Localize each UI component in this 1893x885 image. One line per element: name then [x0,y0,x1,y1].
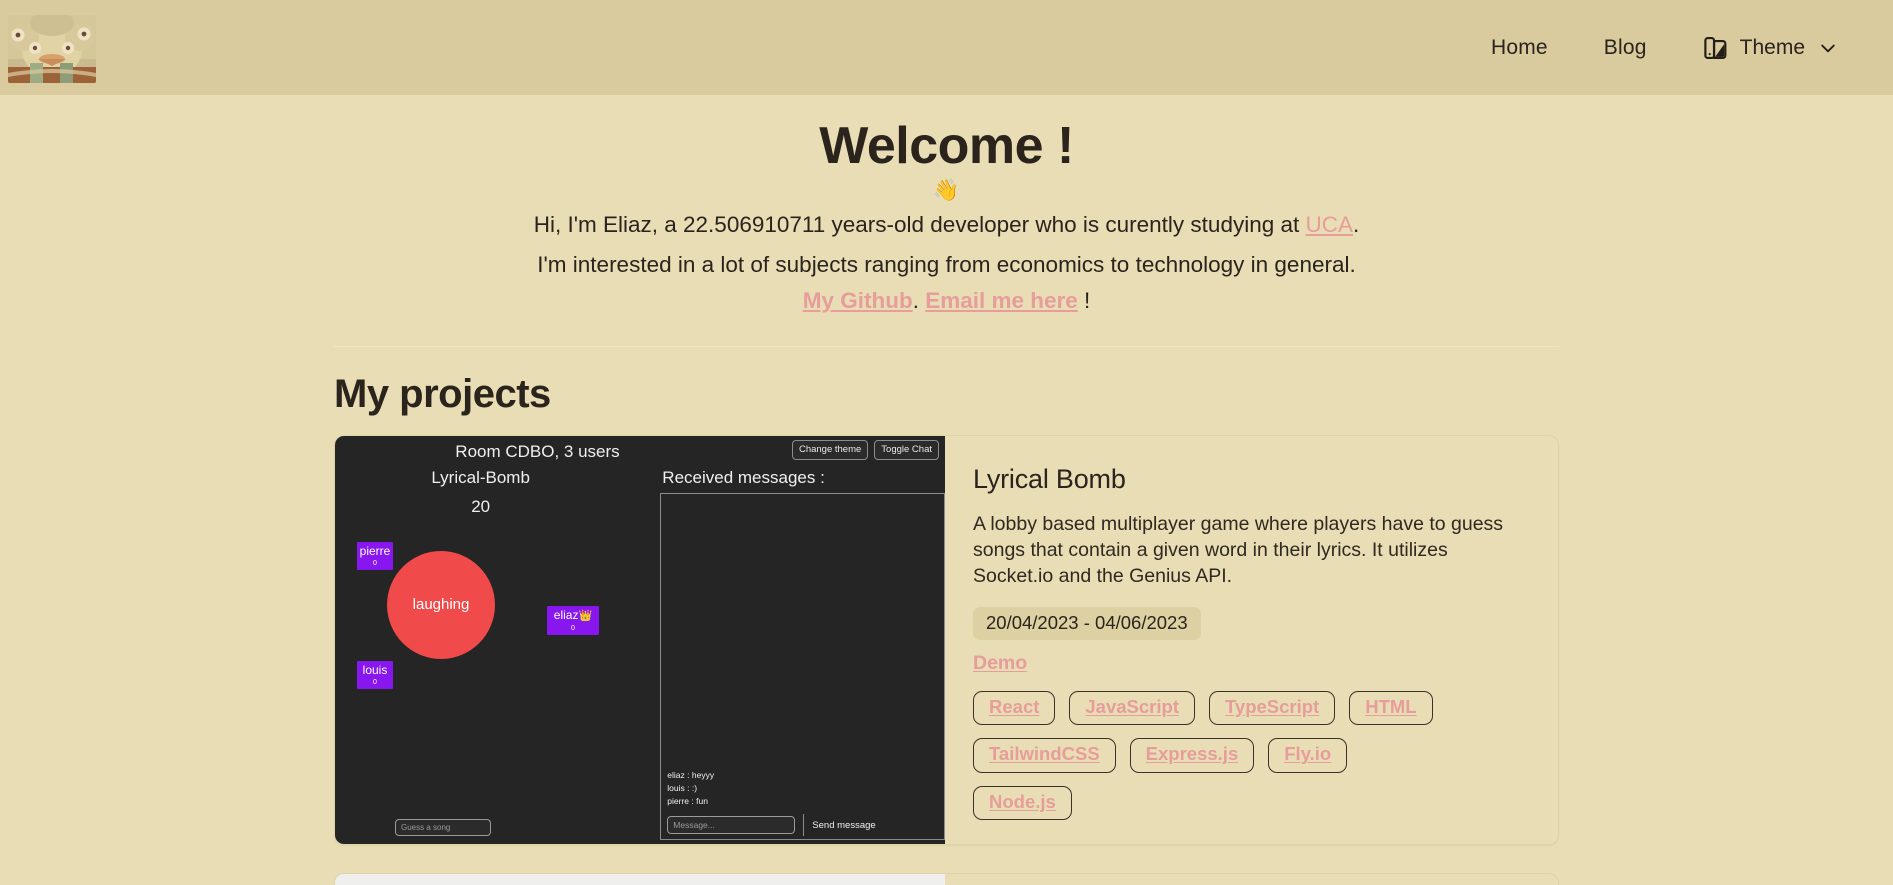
tag-link[interactable]: JavaScript [1085,696,1179,717]
theme-switcher[interactable]: Theme [1703,35,1838,61]
game-timer: 20 [471,496,491,516]
chat-divider [803,814,805,837]
chat-message: eliaz : heyyy [667,769,715,780]
links-end: ! [1077,287,1091,313]
tag-link[interactable]: Express.js [1146,743,1239,764]
hero-section: Welcome ! 👋 Hi, I'm Eliaz, a 22.50691071… [334,95,1559,347]
email-link[interactable]: Email me here [925,288,1078,313]
send-message-button[interactable]: Send message [812,820,875,831]
chevron-down-icon [1821,44,1835,52]
hero-links: My Github. Email me here ! [334,284,1559,318]
tag[interactable]: React [973,690,1056,726]
hero-intro: Hi, I'm Eliaz, a 22.506910711 years-old … [334,208,1559,242]
theme-label: Theme [1739,35,1805,59]
tag-link[interactable]: TypeScript [1225,696,1319,717]
game-arena: Lyrical-Bomb 20 laughing pierre 0 louis … [335,466,658,844]
site-header: Home Blog Theme [0,0,1893,95]
game-topbar: Room CDBO, 3 users Change theme Toggle C… [335,436,945,466]
game-topbar-buttons: Change theme Toggle Chat [791,439,939,461]
portfolio-illustration [335,873,945,885]
project-tag-list: React JavaScript TypeScript HTML Tailwin… [973,690,1443,820]
tag-link[interactable]: Fly.io [1284,743,1331,764]
player-name: pierre [359,543,391,558]
tag[interactable]: Node.js [973,785,1072,820]
palette-icon [1703,36,1727,59]
tag-link[interactable]: React [989,696,1039,717]
project-title: Lyrical Bomb [973,463,1126,494]
guess-song-input[interactable]: Guess a song [395,818,491,836]
crown-icon: 👑 [578,609,593,622]
tag[interactable]: Express.js [1129,738,1255,773]
tag[interactable]: Fly.io [1268,738,1348,773]
game-chat-panel: Received messages : eliaz : heyyy louis … [658,466,945,844]
project-date-badge: 20/04/2023 - 04/06/2023 [973,606,1201,640]
avatar [8,14,96,83]
project-card-portfolio-website[interactable]: Portfolio Website 3.0 (this one) Rewrite… [334,872,1559,885]
game-screenshot: Room CDBO, 3 users Change theme Toggle C… [335,435,945,844]
tag[interactable]: JavaScript [1069,690,1195,726]
nav-item-home[interactable]: Home [1491,36,1548,60]
demo-link[interactable]: Demo [973,652,1027,674]
project-body: Portfolio Website 3.0 (this one) Rewrite… [945,874,1558,885]
tag[interactable]: TypeScript [1208,690,1336,726]
player-badge: pierre 0 [357,541,393,570]
game-columns: Lyrical-Bomb 20 laughing pierre 0 louis … [335,466,945,844]
project-body: Lyrical Bomb A lobby based multiplayer g… [945,436,1558,844]
main-nav: Home Blog Theme [1491,35,1838,61]
chat-message-input[interactable]: Message... [667,816,796,835]
hero-intro-after: . [1353,211,1360,237]
project-card-lyrical-bomb[interactable]: Room CDBO, 3 users Change theme Toggle C… [334,434,1559,845]
nav-item-blog[interactable]: Blog [1604,36,1647,60]
avatar-illustration [8,14,96,83]
chat-input-bar: Message... Send message [660,811,945,840]
projects-heading: My projects [334,371,551,416]
tag[interactable]: TailwindCSS [973,738,1116,773]
github-link[interactable]: My Github [803,288,913,313]
uca-link[interactable]: UCA [1306,212,1354,237]
player-badge: eliaz👑 0 [547,605,599,635]
player-score: 0 [373,679,377,687]
change-theme-button[interactable]: Change theme [791,439,869,461]
page-title: Welcome ! [819,117,1074,175]
tag-link[interactable]: TailwindCSS [989,743,1100,764]
player-name: louis [362,662,388,677]
player-name: eliaz👑 [549,609,597,623]
project-screenshot-portfolio [335,873,945,885]
chat-message: louis : :) [667,782,698,793]
player-score: 0 [373,560,377,568]
player-name-text: eliaz [553,607,579,622]
section-divider [334,345,1559,347]
project-demo-row: Demo [973,652,1528,675]
tag[interactable]: HTML [1349,690,1433,726]
chat-title: Received messages : [662,467,825,487]
hero-intro-before: Hi, I'm Eliaz, a 22.506910711 years-old … [533,211,1306,237]
chat-message-list: eliaz : heyyy louis : :) pierre : fun [660,492,945,812]
game-name: Lyrical-Bomb [431,467,530,487]
project-screenshot-lyrical-bomb: Room CDBO, 3 users Change theme Toggle C… [335,435,945,844]
toggle-chat-button[interactable]: Toggle Chat [874,439,939,461]
hero-interests: I'm interested in a lot of subjects rang… [537,251,1356,277]
links-separator: . [912,287,926,313]
player-score: 0 [571,625,575,633]
player-badge: louis 0 [357,660,393,689]
project-description: A lobby based multiplayer game where pla… [973,512,1504,587]
main-content: Welcome ! 👋 Hi, I'm Eliaz, a 22.50691071… [334,95,1559,885]
bomb-word: laughing [387,550,495,659]
tag-link[interactable]: Node.js [989,791,1056,812]
wave-emoji: 👋 [933,178,960,202]
tag-link[interactable]: HTML [1365,696,1416,717]
chat-message: pierre : fun [667,795,708,806]
